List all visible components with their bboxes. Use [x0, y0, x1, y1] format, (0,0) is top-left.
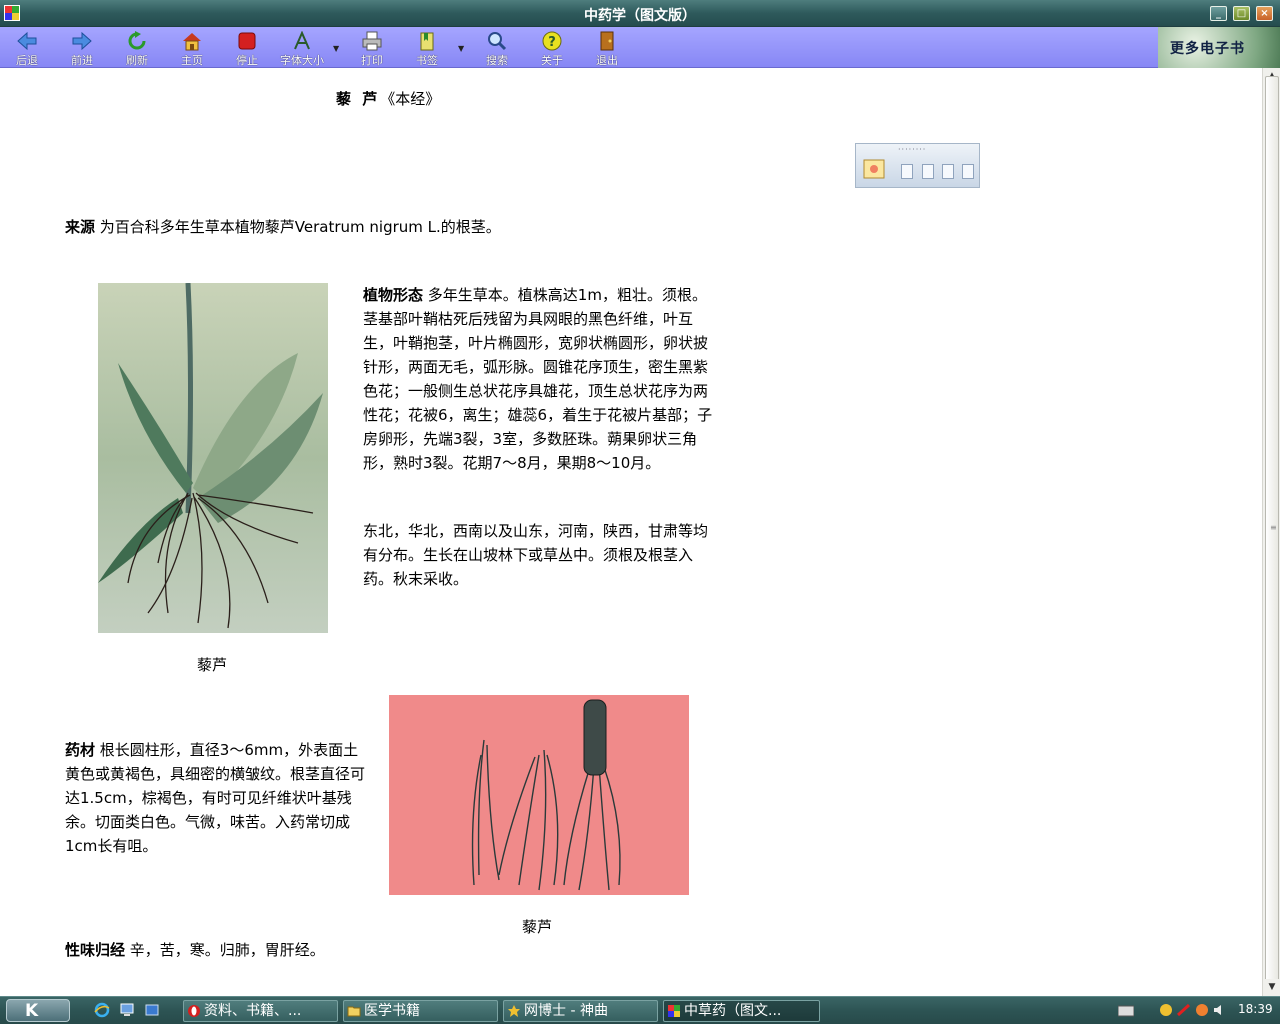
scroll-grip-icon: ≡ — [1270, 523, 1277, 532]
taste-text: 辛，苦，寒。归肺，胃肝经。 — [125, 941, 325, 959]
material-text: 根长圆柱形，直径3～6mm，外表面土黄色或黄褐色，具细密的横皱纹。根茎直径可达1… — [65, 741, 366, 855]
source-label: 来源 — [65, 218, 96, 236]
network-icon[interactable] — [1195, 1003, 1209, 1017]
print-label: 打印 — [361, 54, 383, 67]
window-title: 中药学（图文版） — [584, 8, 696, 24]
folder-icon — [347, 1006, 361, 1017]
antivirus-icon[interactable] — [1177, 1003, 1191, 1017]
bookmark-icon — [420, 32, 434, 51]
morphology-label: 植物形态 — [363, 286, 424, 304]
morphology-paragraph: 植物形态 多年生草本。植株高达1m，粗壮。须根。茎基部叶鞘枯死后残留为具网眼的黑… — [363, 283, 713, 475]
distribution-paragraph: 东北，华北，西南以及山东，河南，陕西，甘肃等均有分布。生长在山坡林下或草丛中。须… — [363, 522, 709, 588]
plant-photo-caption: 藜芦 — [197, 656, 228, 674]
about-button[interactable]: ? 关于 — [529, 29, 575, 67]
ebook-banner[interactable]: 更多电子书 — [1158, 27, 1280, 68]
refresh-icon — [128, 31, 146, 50]
maximize-button[interactable]: □ — [1233, 6, 1250, 21]
task-button-herbal-medicine[interactable]: 中草药（图文... — [663, 1000, 820, 1022]
task-label: 中草药（图文... — [684, 1003, 782, 1019]
refresh-button[interactable]: 刷新 — [114, 29, 160, 67]
about-label: 关于 — [541, 54, 563, 67]
font-size-dropdown-icon[interactable]: ▼ — [333, 44, 339, 53]
app-icon — [668, 1005, 680, 1017]
taste-paragraph: 性味归经 辛，苦，寒。归肺，胃肝经。 — [65, 938, 665, 962]
task-button-resources[interactable]: 资料、书籍、... — [183, 1000, 338, 1022]
bookmark-label: 书签 — [416, 54, 438, 67]
exit-button[interactable]: 退出 — [584, 29, 630, 67]
opera-icon — [188, 1005, 200, 1017]
task-label: 医学书籍 — [364, 1003, 420, 1019]
save-image-icon[interactable] — [901, 164, 913, 179]
home-button[interactable]: 主页 — [169, 29, 215, 67]
scroll-thumb[interactable]: ≡ — [1265, 76, 1279, 981]
scroll-down-arrow-icon[interactable]: ▼ — [1264, 979, 1280, 995]
volume-icon[interactable] — [1213, 1003, 1227, 1017]
search-button[interactable]: 搜索 — [474, 29, 520, 67]
svg-text:?: ? — [548, 35, 556, 50]
ie-browser-icon[interactable] — [94, 1002, 110, 1018]
tray-app-icon[interactable] — [1159, 1003, 1173, 1017]
photo-icon[interactable] — [862, 158, 888, 182]
media-player-icon[interactable] — [144, 1002, 160, 1018]
open-folder-icon[interactable] — [962, 164, 974, 179]
bookmark-button[interactable]: 书签 — [404, 29, 450, 67]
home-label: 主页 — [181, 54, 203, 67]
font-size-icon — [294, 31, 310, 50]
material-paragraph: 药材 根长圆柱形，直径3～6mm，外表面土黄色或黄褐色，具细密的横皱纹。根茎直径… — [65, 738, 365, 858]
keyboard-icon[interactable] — [1118, 1005, 1134, 1017]
banner-text: 更多电子书 — [1170, 41, 1245, 57]
back-arrow-icon — [17, 31, 37, 51]
font-size-label: 字体大小 — [280, 54, 324, 67]
back-label: 后退 — [16, 54, 38, 67]
herb-source-book: 《本经》 — [380, 90, 441, 108]
task-button-medical-books[interactable]: 医学书籍 — [343, 1000, 498, 1022]
source-paragraph: 来源 为百合科多年生草本植物藜芦Veratrum nigrum L.的根茎。 — [65, 215, 765, 239]
morphology-text: 多年生草本。植株高达1m，粗壮。须根。茎基部叶鞘枯死后残留为具网眼的黑色纤维，叶… — [363, 286, 713, 472]
herb-name: 藜 芦 — [336, 90, 381, 108]
clock[interactable]: 18:39 — [1238, 1002, 1273, 1016]
close-button[interactable]: × — [1256, 6, 1273, 21]
stop-icon — [238, 32, 256, 50]
refresh-label: 刷新 — [126, 54, 148, 67]
material-label: 药材 — [65, 741, 96, 759]
taste-label: 性味归经 — [65, 941, 126, 959]
start-logo-icon: K — [25, 1001, 39, 1021]
toolbar: 后退 前进 刷新 主页 停止 字体大小 ▼ 打印 书签 ▼ 搜索 ? 关于 退出 — [0, 27, 1280, 68]
search-label: 搜索 — [486, 54, 508, 67]
task-button-music[interactable]: 网博士 - 神曲 — [503, 1000, 658, 1022]
help-icon: ? — [542, 31, 562, 51]
print-image-icon[interactable] — [922, 164, 934, 179]
start-button[interactable]: K — [6, 999, 70, 1022]
page-title: 藜 芦《本经》 — [336, 88, 440, 109]
back-button[interactable]: 后退 — [4, 29, 50, 67]
music-player-icon — [508, 1005, 520, 1017]
plant-photo — [98, 283, 328, 633]
stop-label: 停止 — [236, 54, 258, 67]
material-photo-caption: 藜芦 — [522, 918, 553, 936]
task-label: 资料、书籍、... — [204, 1003, 302, 1019]
drag-handle-icon[interactable]: ········ — [898, 145, 926, 154]
bookmark-dropdown-icon[interactable]: ▼ — [458, 44, 464, 53]
floating-image-toolbar[interactable]: ········ — [855, 143, 980, 188]
taskbar: K 资料、书籍、... 医学书籍 网博士 - 神曲 中草药（图文... 18:3… — [0, 996, 1280, 1024]
minimize-button[interactable]: _ — [1210, 6, 1227, 21]
font-size-button[interactable]: 字体大小 — [279, 29, 325, 67]
material-photo — [389, 695, 689, 895]
task-label: 网博士 - 神曲 — [524, 1003, 608, 1019]
printer-icon — [362, 31, 382, 51]
email-image-icon[interactable] — [942, 164, 954, 179]
print-button[interactable]: 打印 — [349, 29, 395, 67]
vertical-scrollbar[interactable]: ▲ ≡ ▼ — [1262, 68, 1280, 996]
stop-button[interactable]: 停止 — [224, 29, 270, 67]
exit-label: 退出 — [596, 54, 618, 67]
home-icon — [183, 33, 201, 51]
forward-arrow-icon — [72, 31, 92, 51]
exit-door-icon — [600, 31, 614, 51]
source-text: 为百合科多年生草本植物藜芦Veratrum nigrum L.的根茎。 — [95, 218, 501, 236]
search-icon — [488, 32, 507, 51]
title-bar: 中药学（图文版） _ □ × — [0, 0, 1280, 27]
show-desktop-icon[interactable] — [119, 1002, 135, 1018]
forward-label: 前进 — [71, 54, 93, 67]
forward-button[interactable]: 前进 — [59, 29, 105, 67]
